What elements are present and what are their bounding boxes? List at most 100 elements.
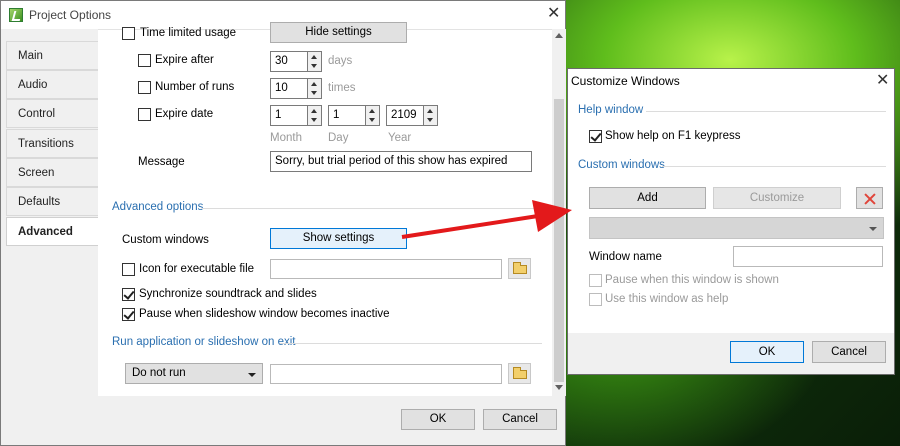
chevron-down-icon [248,373,256,377]
cancel-button[interactable]: Cancel [483,409,557,430]
day-caption: Day [328,132,349,144]
message-input[interactable]: Sorry, but trial period of this show has… [270,151,532,172]
pause-inactive-checkbox[interactable] [122,308,135,321]
advanced-options-heading: Advanced options [112,201,204,213]
close-icon[interactable]: ✕ [547,6,560,22]
tab-audio[interactable]: Audio [6,70,98,99]
scroll-thumb[interactable] [554,99,564,382]
tab-defaults[interactable]: Defaults [6,187,98,216]
expire-after-value[interactable]: 30 [270,51,308,72]
stepper-arrows[interactable] [308,78,322,99]
expire-year-value[interactable]: 2109 [386,105,424,126]
vertical-scrollbar[interactable] [552,29,566,396]
icon-path-input[interactable] [270,259,502,279]
tab-label: Transitions [18,138,74,150]
expire-day-value[interactable]: 1 [328,105,366,126]
spin-up-icon[interactable] [369,109,375,113]
expire-date-label: Expire date [155,108,214,120]
expire-after-stepper[interactable]: 30 [270,51,322,72]
ok-button[interactable]: OK [401,409,475,430]
window-name-label: Window name [589,251,662,263]
year-caption: Year [388,132,412,144]
cancel-button[interactable]: Cancel [812,341,886,363]
show-help-f1-label: Show help on F1 keypress [605,130,741,142]
run-on-exit-selected: Do not run [132,367,186,379]
expire-after-checkbox[interactable] [138,54,151,67]
customize-window-button[interactable]: Customize [713,187,841,209]
window-name-input[interactable] [733,246,883,267]
spin-down-icon[interactable] [311,118,317,122]
ok-button[interactable]: OK [730,341,804,363]
message-label: Message [138,156,185,168]
spin-up-icon[interactable] [311,109,317,113]
add-window-button[interactable]: Add [589,187,706,209]
project-options-window: Project Options ✕ Main Audio Control Tra… [0,0,566,446]
expire-date-checkbox[interactable] [138,108,151,121]
scroll-down-icon[interactable] [555,385,563,390]
use-as-help-checkbox[interactable] [589,293,602,306]
spin-up-icon[interactable] [311,82,317,86]
run-on-exit-path-input[interactable] [270,364,502,384]
number-of-runs-checkbox[interactable] [138,81,151,94]
sync-soundtrack-checkbox[interactable] [122,288,135,301]
window-title: Project Options [29,8,112,22]
pause-when-shown-label: Pause when this window is shown [605,274,779,286]
spin-up-icon[interactable] [311,55,317,59]
run-on-exit-heading: Run application or slideshow on exit [112,336,296,348]
hide-settings-button[interactable]: Hide settings [270,22,407,43]
spin-down-icon[interactable] [427,118,433,122]
expire-year-stepper[interactable]: 2109 [386,105,438,126]
window-select[interactable] [589,217,884,239]
dialog-title: Customize Windows [571,74,680,88]
stepper-arrows[interactable] [424,105,438,126]
custom-windows-heading: Custom windows [578,159,665,171]
tab-advanced[interactable]: Advanced [6,217,98,246]
time-limited-usage-label: Time limited usage [140,27,237,39]
month-caption: Month [270,132,302,144]
scroll-up-icon[interactable] [555,33,563,38]
expire-month-value[interactable]: 1 [270,105,308,126]
tab-label: Audio [18,79,48,91]
app-icon [9,8,23,22]
stepper-arrows[interactable] [308,51,322,72]
stepper-arrows[interactable] [308,105,322,126]
folder-icon [513,262,527,274]
divider [646,111,886,112]
number-of-runs-label: Number of runs [155,81,235,93]
show-help-f1-checkbox[interactable] [589,130,602,143]
time-limited-usage-checkbox[interactable] [122,27,135,40]
pause-when-shown-checkbox[interactable] [589,274,602,287]
tab-control[interactable]: Control [6,99,98,128]
run-on-exit-select[interactable]: Do not run [125,363,263,384]
browse-exit-button[interactable] [508,363,531,384]
spin-down-icon[interactable] [369,118,375,122]
show-settings-button[interactable]: Show settings [270,228,407,249]
expire-month-stepper[interactable]: 1 [270,105,322,126]
title-bar: Customize Windows ✕ [568,69,894,93]
expire-after-label: Expire after [155,54,214,66]
divider [662,166,886,167]
tab-main[interactable]: Main [6,41,98,70]
number-of-runs-unit: times [328,82,356,94]
browse-icon-button[interactable] [508,258,531,279]
expire-day-stepper[interactable]: 1 [328,105,380,126]
spin-down-icon[interactable] [311,91,317,95]
tab-transitions[interactable]: Transitions [6,129,98,158]
number-of-runs-stepper[interactable]: 10 [270,78,322,99]
icon-executable-checkbox[interactable] [122,263,135,276]
advanced-panel: Time limited usage Hide settings Expire … [98,22,552,396]
tab-label: Screen [18,167,55,179]
spin-down-icon[interactable] [311,64,317,68]
number-of-runs-value[interactable]: 10 [270,78,308,99]
folder-icon [513,367,527,379]
spin-up-icon[interactable] [427,109,433,113]
tab-label: Control [18,108,56,120]
help-window-heading: Help window [578,104,644,116]
tab-screen[interactable]: Screen [6,158,98,187]
sync-soundtrack-label: Synchronize soundtrack and slides [139,288,317,300]
expire-after-unit: days [328,55,353,67]
stepper-arrows[interactable] [366,105,380,126]
delete-x-icon[interactable] [856,187,883,209]
chevron-down-icon [869,227,877,231]
close-icon[interactable]: ✕ [876,73,889,89]
